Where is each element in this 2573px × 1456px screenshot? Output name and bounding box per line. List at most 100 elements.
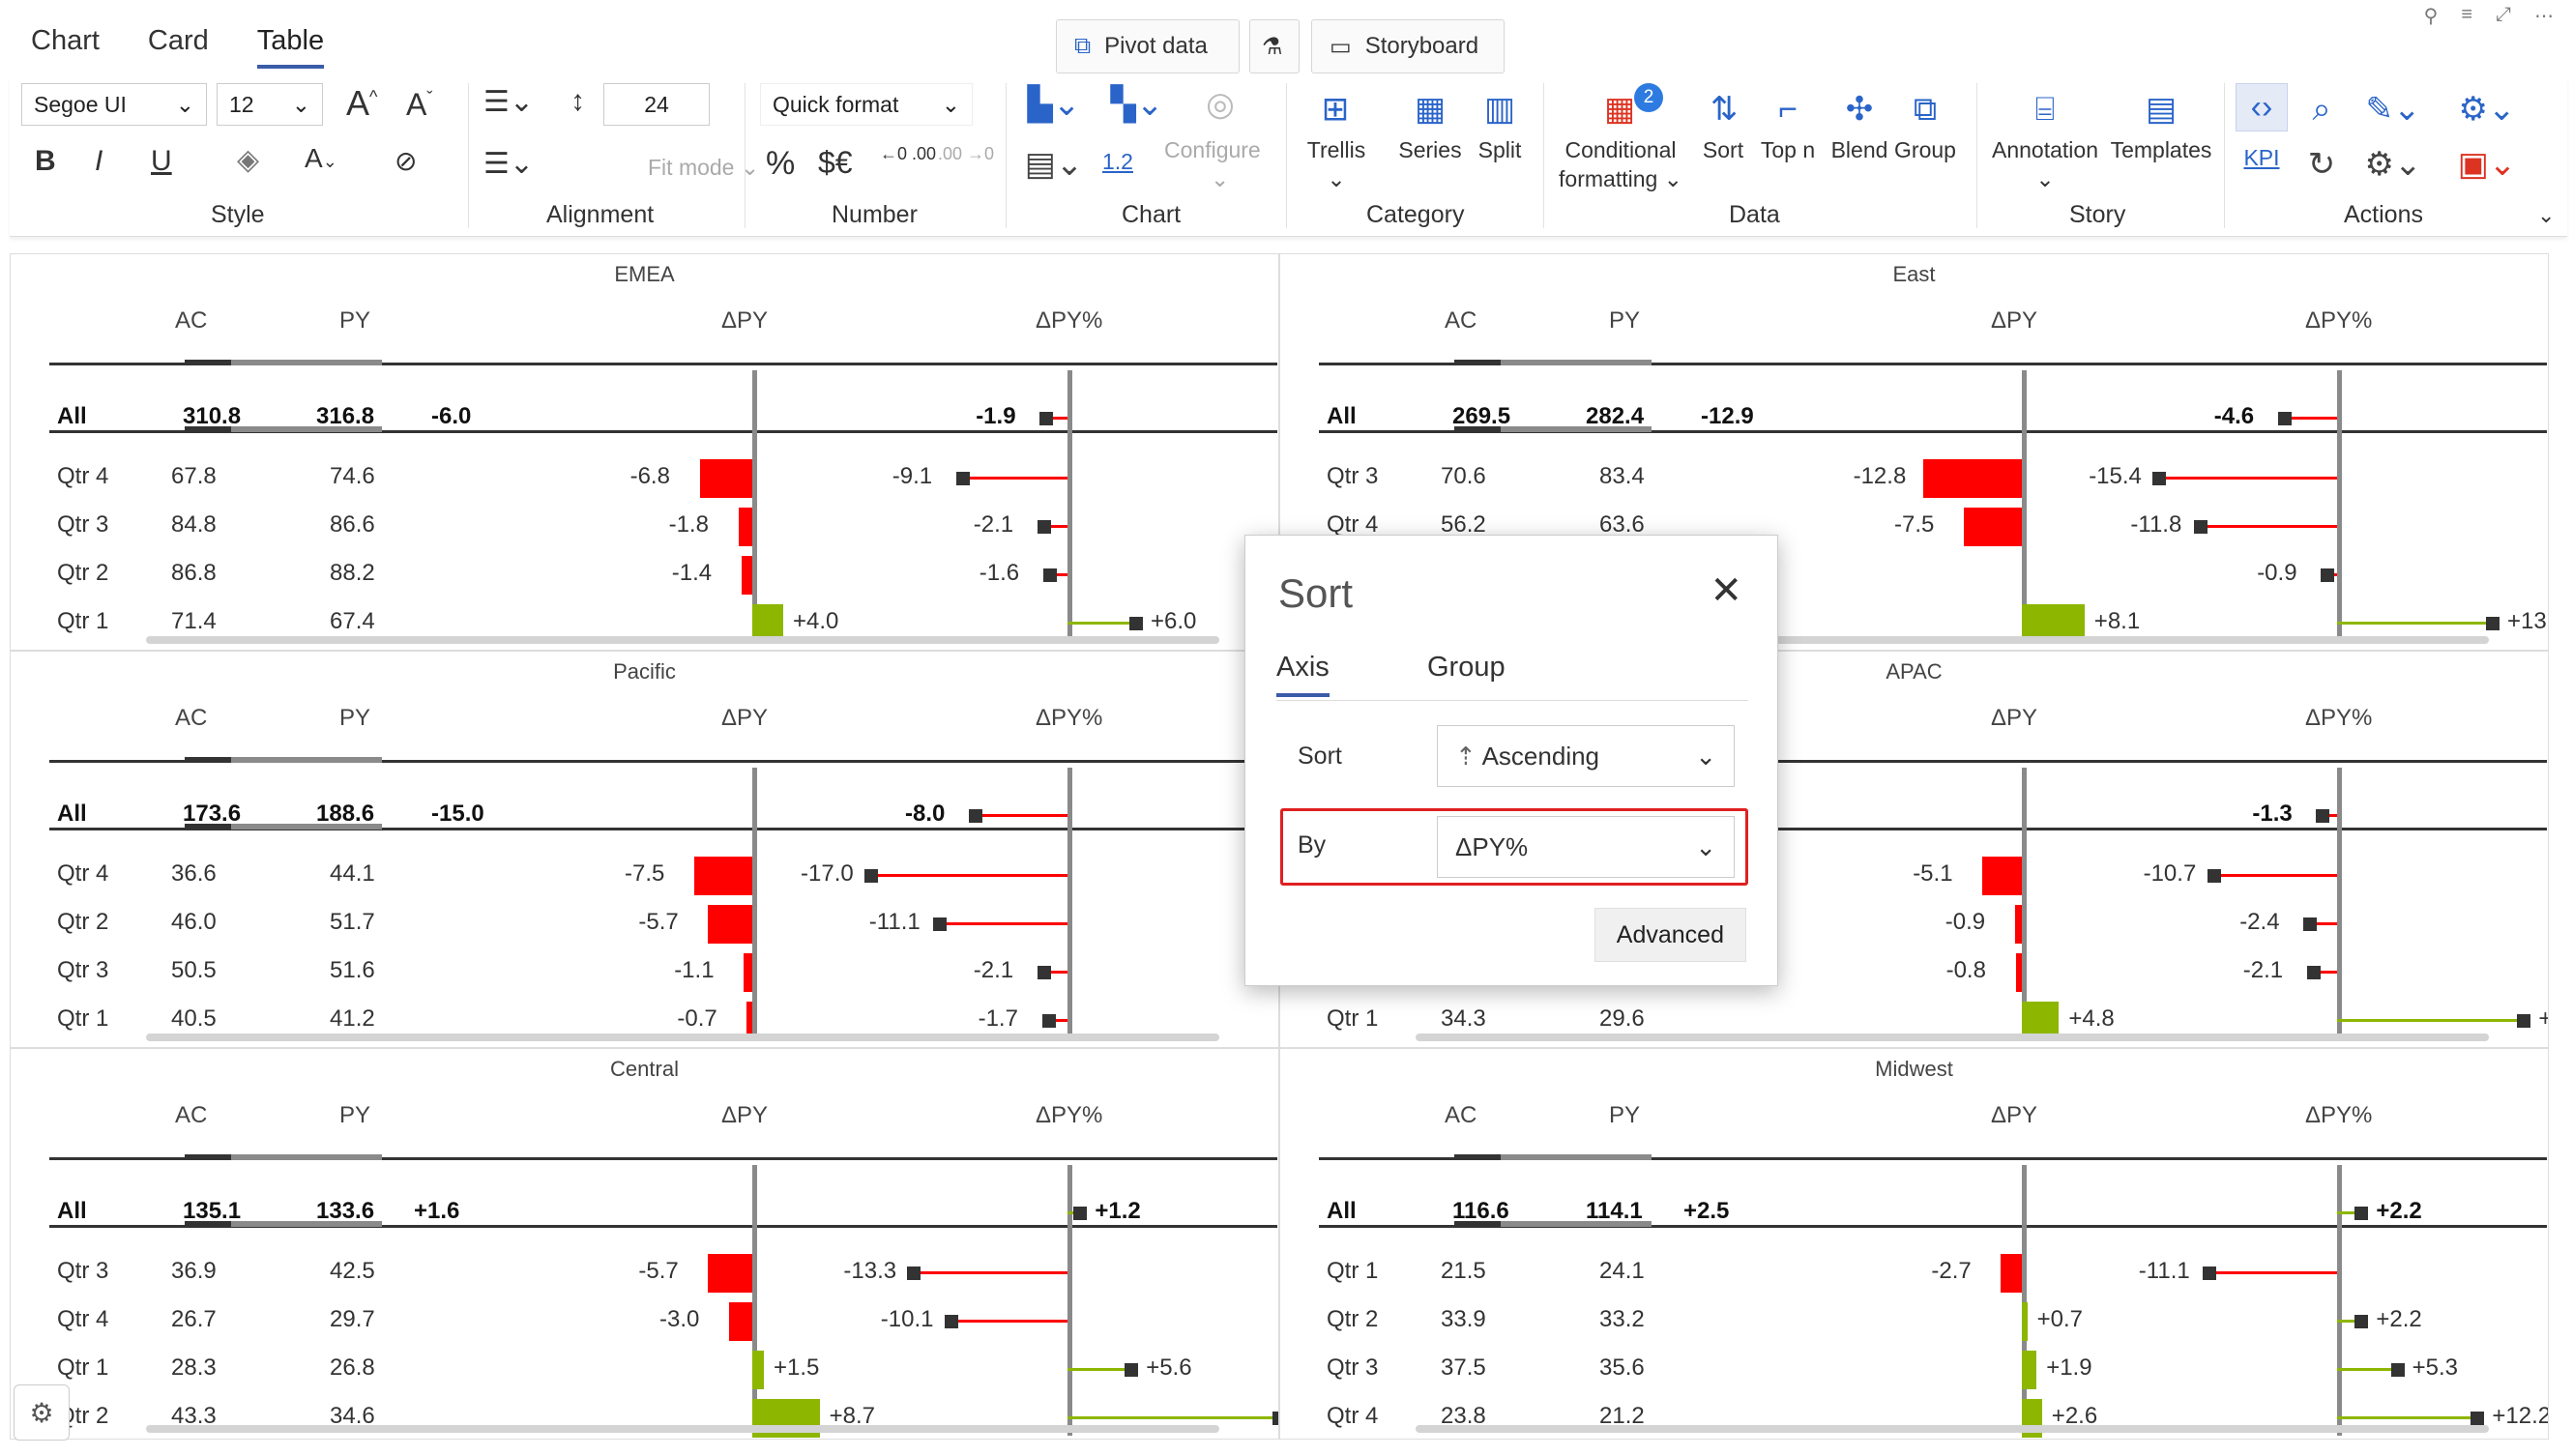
column-header-dpy[interactable]: ΔPY <box>721 1102 768 1129</box>
column-header-ac[interactable]: AC <box>175 705 207 732</box>
group-label[interactable]: Group <box>1891 137 1959 163</box>
row-label[interactable]: All <box>57 801 87 828</box>
sort-by-select[interactable]: ΔPY% ⌄ <box>1437 816 1735 878</box>
row-label[interactable]: Qtr 4 <box>57 1306 108 1333</box>
kpi-label[interactable]: KPI <box>2236 145 2288 171</box>
tab-table[interactable]: Table <box>256 21 325 69</box>
row-label[interactable]: Qtr 3 <box>1327 463 1378 490</box>
row-height-icon[interactable]: ↕ <box>570 85 585 118</box>
fit-mode-select[interactable]: Fit mode ⌄ <box>648 155 759 181</box>
row-label[interactable]: Qtr 2 <box>57 560 108 587</box>
pdf-export-icon[interactable]: ▣⌄ <box>2450 143 2524 186</box>
column-header-py[interactable]: PY <box>1609 1102 1640 1129</box>
row-label[interactable]: All <box>1327 403 1357 430</box>
expand-icon[interactable]: ⤢ <box>2496 4 2511 28</box>
horizontal-scrollbar[interactable] <box>146 636 1219 644</box>
decimal-decrease-button[interactable]: .00 →0 <box>938 145 994 162</box>
pin-icon[interactable]: ⚲ <box>2424 4 2439 28</box>
storyboard-button[interactable]: ▭ Storyboard <box>1311 19 1505 73</box>
filter-format-button[interactable]: ⚗ <box>1249 19 1300 73</box>
row-label[interactable]: Qtr 4 <box>1327 1403 1378 1430</box>
advanced-button[interactable]: Advanced <box>1594 908 1746 962</box>
split-label[interactable]: Split <box>1468 137 1532 163</box>
column-header-ac[interactable]: AC <box>175 307 207 335</box>
close-icon[interactable]: ✕ <box>1710 568 1742 613</box>
row-label[interactable]: Qtr 4 <box>57 463 108 490</box>
row-label[interactable]: All <box>57 1198 87 1225</box>
quick-format-select[interactable]: Quick format ⌄ <box>760 83 973 126</box>
blend-icon[interactable]: ✣ <box>1835 85 1884 133</box>
valign-icon[interactable]: ☰⌄ <box>483 147 534 181</box>
increase-font-icon[interactable]: A^ <box>346 83 377 124</box>
gear-icon[interactable]: ⚙⌄ <box>2359 143 2427 186</box>
underline-icon[interactable]: U <box>151 145 172 178</box>
decrease-font-icon[interactable]: Aˇ <box>406 87 432 123</box>
column-header-dpy[interactable]: ΔPY <box>1991 705 2037 732</box>
column-header-dpyp[interactable]: ΔPY% <box>1036 1102 1102 1129</box>
group-icon[interactable]: ⧉ <box>1901 85 1949 133</box>
formatting-label[interactable]: formatting ⌄ <box>1547 166 1694 192</box>
column-header-dpy[interactable]: ΔPY <box>721 705 768 732</box>
column-header-dpyp[interactable]: ΔPY% <box>2305 1102 2372 1129</box>
horizontal-scrollbar[interactable] <box>146 1425 1219 1433</box>
configure-icon[interactable]: ◎ <box>1191 85 1249 124</box>
row-label[interactable]: Qtr 1 <box>1327 1005 1378 1033</box>
chevron-down-icon[interactable]: ⌄ <box>2021 166 2069 192</box>
font-size-select[interactable]: 12 ⌄ <box>217 83 323 126</box>
annotation-icon[interactable]: ⌸ <box>2021 85 2069 133</box>
horizontal-scrollbar[interactable] <box>1416 1425 2489 1433</box>
row-label[interactable]: Qtr 3 <box>57 1258 108 1285</box>
column-header-dpyp[interactable]: ΔPY% <box>1036 705 1102 732</box>
pivot-data-button[interactable]: ⧉ Pivot data <box>1056 19 1240 73</box>
row-label[interactable]: Qtr 3 <box>57 511 108 539</box>
tab-card[interactable]: Card <box>148 21 209 69</box>
row-label[interactable]: All <box>57 403 87 430</box>
top-n-icon[interactable]: ⌐ <box>1764 85 1812 133</box>
column-header-ac[interactable]: AC <box>175 1102 207 1129</box>
row-label[interactable]: All <box>1327 1198 1357 1225</box>
column-header-dpy[interactable]: ΔPY <box>1991 307 2037 335</box>
split-icon[interactable]: ▥ <box>1476 85 1524 133</box>
column-header-dpyp[interactable]: ΔPY% <box>1036 307 1102 335</box>
refresh-icon[interactable]: ↻ <box>2297 143 2346 186</box>
font-family-select[interactable]: Segoe UI ⌄ <box>21 83 207 126</box>
percent-button[interactable]: % <box>766 145 795 183</box>
row-height-input[interactable]: 24 <box>603 83 710 126</box>
templates-icon[interactable]: ▤ <box>2137 85 2185 133</box>
row-label[interactable]: Qtr 1 <box>57 608 108 635</box>
chart-type-icon[interactable]: ▚⌄ <box>1098 85 1176 124</box>
column-header-py[interactable]: PY <box>339 1102 370 1129</box>
italic-icon[interactable]: I <box>95 145 102 178</box>
tab-axis[interactable]: Axis <box>1276 652 1330 697</box>
collapse-ribbon-icon[interactable]: ⌄ <box>2537 203 2555 228</box>
trellis-label[interactable]: Trellis <box>1305 137 1367 163</box>
column-header-dpy[interactable]: ΔPY <box>1991 1102 2037 1129</box>
chart-layout-icon[interactable]: ▙⌄ <box>1015 85 1093 124</box>
column-header-dpy[interactable]: ΔPY <box>721 307 768 335</box>
column-header-py[interactable]: PY <box>339 307 370 335</box>
chart-settings-icon[interactable]: ⚙ <box>14 1384 70 1441</box>
top-n-label[interactable]: Top n <box>1756 137 1820 163</box>
row-label[interactable]: Qtr 1 <box>1327 1258 1378 1285</box>
chart-options-icon[interactable]: ▤⌄ <box>1015 145 1093 184</box>
sort-label[interactable]: Sort <box>1694 137 1752 163</box>
bold-icon[interactable]: B <box>35 145 56 178</box>
series-icon[interactable]: ▦ <box>1406 85 1454 133</box>
conditional-label[interactable]: Conditional <box>1553 137 1688 163</box>
chart-value-button[interactable]: 1.2 <box>1102 149 1133 175</box>
chevron-down-icon[interactable]: ⌄ <box>1305 166 1367 192</box>
row-label[interactable]: Qtr 1 <box>57 1005 108 1033</box>
row-label[interactable]: Qtr 3 <box>1327 1354 1378 1382</box>
tab-group[interactable]: Group <box>1427 652 1506 684</box>
row-label[interactable]: Qtr 1 <box>57 1354 108 1382</box>
sort-order-select[interactable]: ⇡ Ascending ⌄ <box>1437 725 1735 787</box>
tab-chart[interactable]: Chart <box>31 21 100 69</box>
row-label[interactable]: Qtr 2 <box>57 909 108 936</box>
templates-label[interactable]: Templates <box>2110 137 2212 163</box>
horizontal-scrollbar[interactable] <box>146 1034 1219 1041</box>
horizontal-scrollbar[interactable] <box>1416 1034 2489 1041</box>
chevron-down-icon[interactable]: ⌄ <box>1211 166 1229 192</box>
settings-icon[interactable]: ⚙⌄ <box>2450 85 2524 133</box>
column-header-ac[interactable]: AC <box>1445 307 1477 335</box>
fill-color-icon[interactable]: ◈ <box>237 143 259 177</box>
